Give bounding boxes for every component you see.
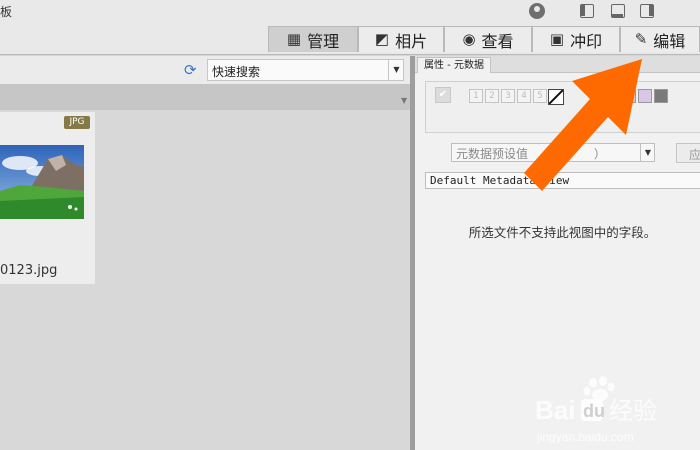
color-label-gray[interactable] (654, 89, 668, 103)
svg-text:jingyan.baidu.com: jingyan.baidu.com (536, 430, 634, 444)
user-account-icon[interactable] (529, 3, 545, 19)
grid-icon: ▦ (286, 30, 302, 48)
tab-photos-label: 相片 (395, 31, 428, 51)
baidu-watermark-logo: Bai du 经验 jingyan.baidu.com (535, 376, 657, 444)
tab-print-label: 冲印 (570, 31, 603, 51)
photos-icon: ◩ (374, 30, 390, 48)
edit-icon: ✎ (634, 30, 648, 48)
metadata-preset-label: 元数据预设值 (456, 147, 529, 161)
window-title: 板 (0, 5, 13, 19)
right-panel-toggle-icon[interactable] (640, 4, 654, 18)
rating-2[interactable]: 2 (485, 89, 499, 103)
unsupported-fields-message: 所选文件不支持此视图中的字段。 (468, 225, 657, 240)
tab-edit-label: 编辑 (653, 31, 686, 51)
checkmark-icon[interactable]: ✔ (435, 87, 451, 103)
collapse-arrow-icon[interactable]: ▼ (401, 96, 407, 105)
chevron-down-icon[interactable]: ▼ (388, 59, 404, 81)
tab-manage-label: 管理 (307, 31, 340, 51)
tab-properties-metadata[interactable]: 属性 - 元数据 (417, 57, 491, 73)
tab-edit[interactable]: ✎ 编辑 (620, 26, 700, 52)
annotation-arrow-icon (524, 59, 642, 191)
svg-text:经验: 经验 (609, 397, 657, 425)
tab-view-label: 查看 (481, 31, 514, 51)
eye-icon: ◉ (462, 30, 476, 48)
title-bar: 板 (0, 0, 700, 26)
group-header-bar (0, 85, 410, 110)
print-icon: ▣ (549, 30, 565, 48)
file-type-badge: JPG (64, 116, 90, 129)
thumbnail-image[interactable] (0, 145, 84, 219)
rating-3[interactable]: 3 (501, 89, 515, 103)
svg-text:Bai: Bai (535, 395, 575, 425)
tab-manage[interactable]: ▦ 管理 (268, 26, 358, 52)
left-panel-toggle-icon[interactable] (580, 4, 594, 18)
svg-text:du: du (583, 401, 605, 421)
rating-1[interactable]: 1 (469, 89, 483, 103)
apply-button[interactable]: 应 (676, 143, 700, 163)
mode-tab-bar: ▦ 管理 ◩ 相片 ◉ 查看 ▣ 冲印 ✎ 编辑 (0, 26, 700, 55)
quick-search-select[interactable]: 快速搜索 (207, 59, 404, 81)
refresh-icon[interactable]: ⟳ (184, 61, 197, 79)
tab-photos[interactable]: ◩ 相片 (358, 26, 444, 52)
thumbnail-filename: 0123.jpg (0, 263, 58, 278)
quick-search-label: 快速搜索 (212, 65, 261, 79)
bottom-panel-toggle-icon[interactable] (611, 4, 625, 18)
tab-view[interactable]: ◉ 查看 (444, 26, 532, 52)
tab-print[interactable]: ▣ 冲印 (532, 26, 620, 52)
